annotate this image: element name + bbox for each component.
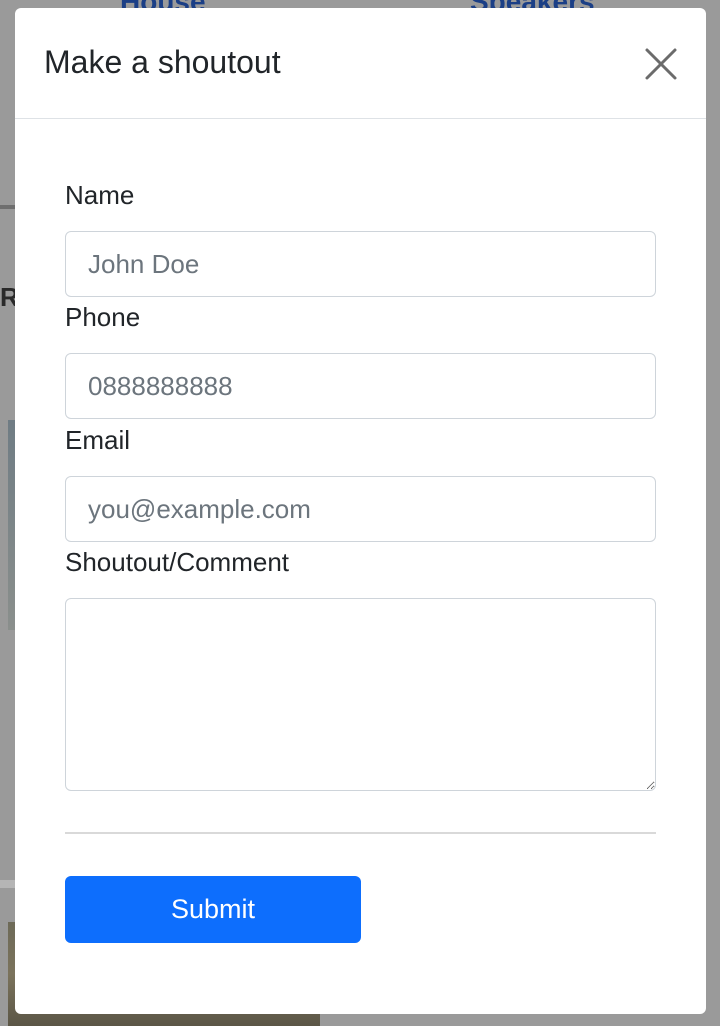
phone-input[interactable] xyxy=(65,353,656,419)
submit-button[interactable]: Submit xyxy=(65,876,361,943)
email-label: Email xyxy=(65,425,131,455)
form-divider xyxy=(65,832,656,834)
name-input[interactable] xyxy=(65,231,656,297)
email-input[interactable] xyxy=(65,476,656,542)
modal-header: Make a shoutout xyxy=(15,8,706,119)
phone-label: Phone xyxy=(65,302,141,332)
name-label: Name xyxy=(65,180,135,210)
comment-label: Shoutout/Comment xyxy=(65,547,290,577)
shoutout-modal: Make a shoutout Name Phone Email Shoutou… xyxy=(15,8,706,1014)
close-icon xyxy=(645,48,677,80)
comment-textarea[interactable] xyxy=(65,598,656,791)
close-button[interactable] xyxy=(641,44,681,84)
modal-title: Make a shoutout xyxy=(44,44,281,80)
background-divider xyxy=(0,205,16,209)
background-card-edge xyxy=(0,880,16,888)
